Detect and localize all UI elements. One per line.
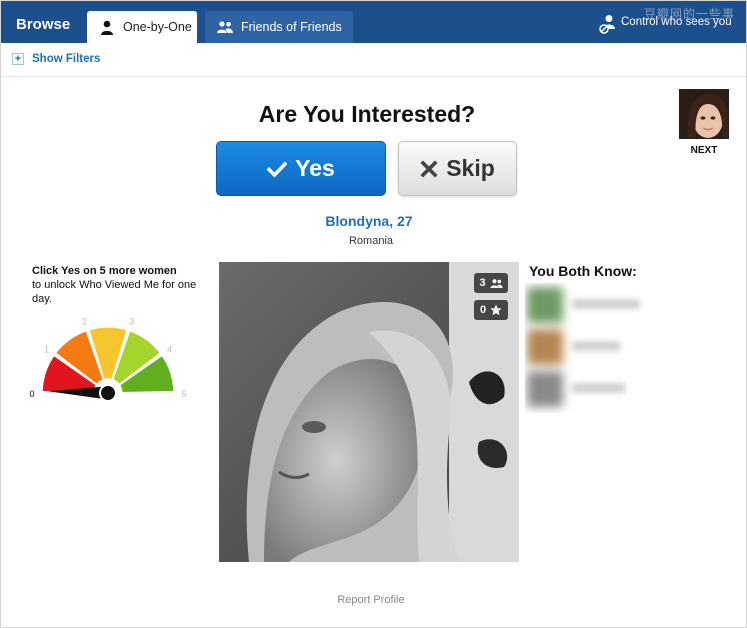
- star-icon: [490, 304, 502, 316]
- next-label[interactable]: NEXT: [679, 145, 729, 156]
- blurred-name: [571, 383, 626, 393]
- mutual-friends-badge: 3: [474, 273, 508, 293]
- yes-button[interactable]: Yes: [216, 141, 386, 196]
- both-know-title: You Both Know:: [529, 263, 637, 279]
- watermark-text: 豆瓣网的一些事: [644, 7, 736, 21]
- unlock-rest-text: to unlock Who Viewed Me for one day.: [32, 279, 197, 305]
- gauge-tick-label: 2: [82, 317, 87, 327]
- gauge-tick-label: 0: [29, 389, 34, 399]
- mutual-friend-item[interactable]: [525, 325, 645, 365]
- progress-gauge: 0 1 2 3 4 5: [29, 317, 187, 402]
- avatar: [527, 371, 563, 407]
- mutual-friend-item[interactable]: [525, 283, 645, 323]
- mutual-friend-item[interactable]: [525, 367, 645, 407]
- tab-one-by-one[interactable]: One-by-One: [87, 11, 197, 43]
- tab-friends-of-friends-label: Friends of Friends: [241, 20, 342, 34]
- avatar: [527, 329, 563, 365]
- mutual-friends-count: 3: [479, 277, 486, 289]
- close-icon: [420, 159, 438, 178]
- tab-one-by-one-label: One-by-One: [123, 20, 192, 34]
- browse-title: Browse: [16, 16, 71, 33]
- blurred-name: [571, 299, 641, 309]
- gauge-tick-label: 4: [167, 344, 172, 354]
- skip-button-label: Skip: [446, 155, 495, 181]
- people-icon: [490, 278, 503, 288]
- next-profile-thumbnail[interactable]: [679, 89, 729, 139]
- browse-page: Browse One-by-One Friends of Friends Con…: [0, 0, 747, 628]
- unlock-message: Click Yes on 5 more women to unlock Who …: [32, 264, 202, 306]
- tab-friends-of-friends[interactable]: Friends of Friends: [205, 11, 353, 43]
- page-title: Are You Interested?: [258, 101, 476, 127]
- person-icon: [97, 19, 117, 35]
- profile-name-link[interactable]: Blondyna, 27: [1, 213, 737, 229]
- show-filters-link[interactable]: Show Filters: [32, 53, 100, 65]
- report-profile-link[interactable]: Report Profile: [1, 594, 741, 606]
- gauge-tick-label: 1: [44, 344, 49, 354]
- filter-bar: + Show Filters: [1, 43, 746, 77]
- unlock-bold-text: Click Yes on 5 more women: [32, 265, 177, 277]
- checkmark-icon: [267, 160, 288, 177]
- plus-icon[interactable]: +: [12, 53, 24, 65]
- mutual-friends-list: [525, 283, 645, 413]
- yes-button-label: Yes: [295, 155, 335, 181]
- gauge-tick-label: 3: [129, 317, 134, 327]
- favorites-count: 0: [479, 304, 487, 316]
- person-privacy-icon: [599, 14, 617, 34]
- people-icon: [215, 19, 235, 35]
- profile-country: Romania: [348, 235, 394, 247]
- top-bar: Browse One-by-One Friends of Friends Con…: [1, 1, 746, 43]
- profile-photo[interactable]: 3 0: [219, 262, 519, 562]
- favorites-badge: 0: [474, 300, 508, 320]
- gauge-tick-label: 5: [181, 389, 186, 399]
- gauge-hub: [99, 384, 117, 402]
- next-profile-photo: [680, 90, 728, 138]
- skip-button[interactable]: Skip: [398, 141, 517, 196]
- blurred-name: [571, 341, 621, 351]
- avatar: [527, 287, 563, 323]
